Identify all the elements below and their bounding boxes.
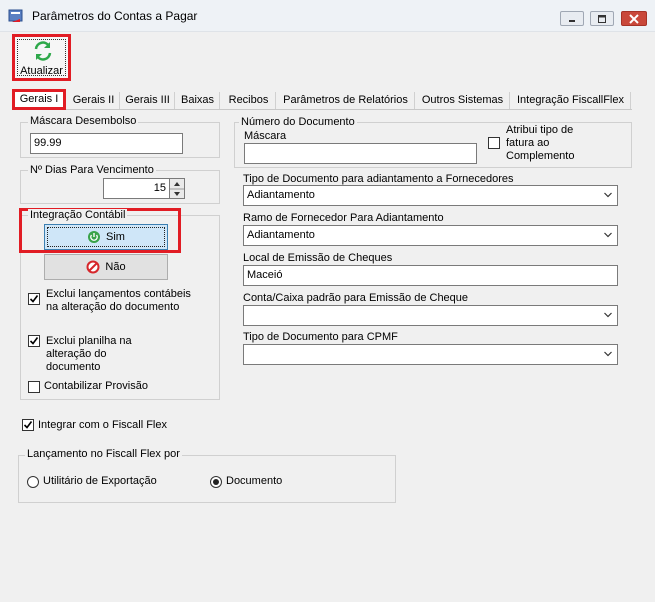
mascara-label: Máscara	[244, 130, 287, 142]
local-emissao-input[interactable]: Maceió	[243, 265, 618, 286]
refresh-icon	[34, 41, 52, 61]
close-button[interactable]	[621, 11, 647, 26]
conta-caixa-label: Conta/Caixa padrão para Emissão de Chequ…	[243, 292, 469, 304]
chevron-down-icon	[604, 351, 612, 357]
window-title: Parâmetros do Contas a Pagar	[32, 9, 198, 23]
checkmark-icon	[29, 295, 39, 303]
documento-label: Documento	[226, 475, 283, 487]
dias-vencimento-input[interactable]: 15	[103, 178, 170, 199]
ramo-fornecedor-value: Adiantamento	[247, 229, 315, 241]
contabilizar-provisao-label: Contabilizar Provisão	[44, 380, 148, 392]
tipo-doc-adiantamento-select[interactable]: Adiantamento	[243, 185, 618, 206]
dias-vencimento-label: Nº Dias Para Vencimento	[28, 164, 156, 176]
focus-rect	[47, 227, 165, 247]
lancamento-fiscall-label: Lançamento no Fiscall Flex por	[25, 448, 182, 460]
utilitario-exportacao-radio[interactable]	[27, 476, 39, 488]
mascara-desembolso-input[interactable]: 99.99	[30, 133, 183, 154]
exclui-planilha-label: Exclui planilha na alteração do document…	[46, 335, 132, 373]
sim-button[interactable]: Sim	[44, 224, 168, 250]
tab-gerais-i[interactable]: Gerais I	[12, 89, 66, 110]
no-entry-icon	[86, 260, 100, 274]
tab-integracao-fiscallflex[interactable]: Integração FiscallFlex	[511, 92, 631, 109]
contabilizar-provisao-checkbox[interactable]	[28, 381, 40, 393]
chevron-down-icon	[604, 192, 612, 198]
app-icon	[8, 9, 24, 23]
integrar-fiscall-label: Integrar com o Fiscall Flex	[38, 419, 167, 431]
close-icon	[629, 13, 639, 24]
exclui-planilha-checkbox[interactable]	[28, 335, 40, 347]
tab-parametros-relatorios[interactable]: Parâmetros de Relatórios	[277, 92, 415, 109]
refresh-label: Atualizar	[20, 65, 63, 77]
radio-selected-dot	[213, 479, 219, 485]
tab-outros-sistemas[interactable]: Outros Sistemas	[416, 92, 510, 109]
ramo-fornecedor-select[interactable]: Adiantamento	[243, 225, 618, 246]
atribui-tipo-checkbox[interactable]	[488, 137, 500, 149]
nao-button[interactable]: Não	[44, 254, 168, 280]
tab-gerais-iii[interactable]: Gerais III	[121, 92, 175, 109]
maximize-icon	[598, 14, 606, 23]
numero-documento-label: Número do Documento	[239, 116, 357, 128]
checkmark-icon	[29, 337, 39, 345]
tipo-doc-adiantamento-label: Tipo de Documento para adiantamento a Fo…	[243, 173, 514, 185]
minimize-button[interactable]	[560, 11, 584, 26]
local-emissao-label: Local de Emissão de Cheques	[243, 252, 393, 264]
dias-vencimento-spinner[interactable]	[170, 178, 185, 199]
toolbar	[0, 32, 655, 84]
exclui-lancamentos-label: Exclui lançamentos contábeis na alteraçã…	[46, 288, 191, 313]
checkmark-icon	[23, 421, 33, 429]
tipo-doc-cpmf-select[interactable]	[243, 344, 618, 365]
chevron-down-icon	[604, 232, 612, 238]
documento-radio[interactable]	[210, 476, 222, 488]
tab-baixas[interactable]: Baixas	[176, 92, 220, 109]
utilitario-exportacao-label: Utilitário de Exportação	[43, 475, 157, 487]
tab-gerais-ii[interactable]: Gerais II	[68, 92, 120, 109]
tab-recibos[interactable]: Recibos	[222, 92, 276, 109]
spinner-arrows-icon	[170, 182, 184, 196]
tipo-doc-cpmf-label: Tipo de Documento para CPMF	[243, 331, 398, 343]
mascara-desembolso-label: Máscara Desembolso	[28, 115, 139, 127]
ramo-fornecedor-label: Ramo de Fornecedor Para Adiantamento	[243, 212, 444, 224]
minimize-icon	[569, 19, 575, 22]
integracao-contabil-label: Integração Contábil	[28, 209, 128, 221]
tipo-doc-adiantamento-value: Adiantamento	[247, 189, 315, 201]
exclui-lancamentos-checkbox[interactable]	[28, 293, 40, 305]
maximize-button[interactable]	[590, 11, 614, 26]
conta-caixa-select[interactable]	[243, 305, 618, 326]
refresh-button[interactable]: Atualizar	[12, 34, 71, 81]
mascara-input[interactable]	[244, 143, 477, 164]
nao-label: Não	[105, 261, 126, 273]
chevron-down-icon	[604, 312, 612, 318]
atribui-tipo-label: Atribui tipo de fatura ao Complemento	[506, 124, 575, 162]
integrar-fiscall-checkbox[interactable]	[22, 419, 34, 431]
